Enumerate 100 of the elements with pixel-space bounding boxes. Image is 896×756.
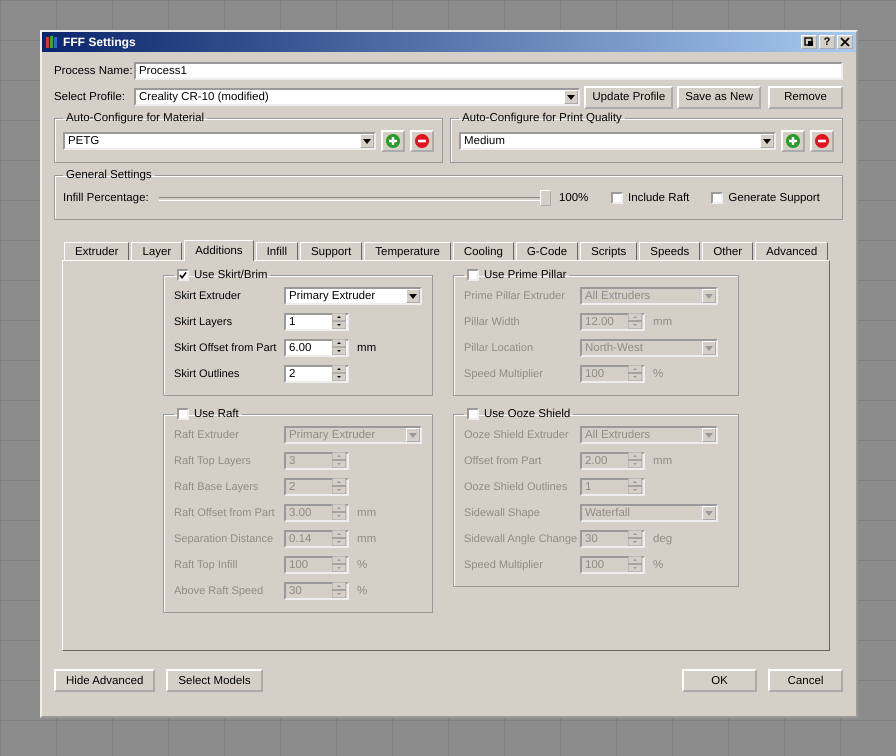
auto-configure-dropdown[interactable]: PETG (63, 132, 376, 150)
tab[interactable]: Layer (131, 242, 182, 260)
checkbox[interactable]: Use Skirt/Brim (177, 269, 268, 281)
tab[interactable]: Scripts (580, 242, 638, 260)
tab[interactable]: Extruder (64, 242, 130, 260)
tab[interactable]: Support (300, 242, 362, 260)
tab[interactable]: Advanced (755, 242, 828, 260)
spin-arrows-icon (332, 364, 346, 380)
profile-dropdown[interactable]: Creality CR-10 (modified) (134, 88, 580, 106)
unit-label: % (357, 585, 368, 597)
unit-label: mm (357, 507, 376, 519)
remove-button[interactable] (410, 130, 434, 152)
slider-thumb[interactable] (540, 190, 551, 206)
checkbox-box[interactable] (467, 408, 479, 420)
spin-arrows-icon (332, 530, 346, 546)
checkbox-box[interactable] (711, 192, 724, 204)
add-button[interactable] (381, 130, 405, 152)
app-icon (45, 35, 59, 49)
tab[interactable]: Additions (184, 240, 254, 261)
spin-arrows-icon (628, 452, 642, 468)
tab[interactable]: Temperature (364, 242, 451, 260)
checkbox-box[interactable] (611, 192, 623, 204)
tab[interactable]: Other (702, 242, 754, 260)
spin-arrows-icon (332, 556, 346, 572)
field-label: Offset from Part (464, 455, 542, 467)
field-label: Separation Distance (174, 533, 274, 545)
spin-box[interactable]: 6.00 (284, 339, 349, 357)
footer-button[interactable]: Hide Advanced (54, 669, 156, 692)
field-label: Raft Extruder (174, 429, 240, 441)
checkbox[interactable]: Use Raft (177, 408, 239, 420)
profile-button[interactable]: Save as New (677, 86, 761, 108)
spin-arrows-icon (628, 312, 642, 328)
process-name-field[interactable]: Process1 (134, 62, 843, 80)
tab[interactable]: G-Code (516, 242, 578, 260)
auto-configure-dropdown[interactable]: Medium (459, 132, 776, 150)
field-label: Raft Offset from Part (174, 507, 276, 519)
field-label: Speed Multiplier (464, 368, 544, 380)
caret-icon (567, 94, 576, 100)
infill-slider[interactable] (159, 189, 551, 207)
group-title: General Settings (65, 169, 153, 181)
window-title: FFF Settings (63, 35, 137, 49)
field-label: Ooze Shield Extruder (464, 429, 570, 441)
caret-icon (409, 432, 417, 438)
unit-label: mm (357, 342, 376, 354)
tab[interactable]: Infill (256, 242, 298, 260)
caret-icon (363, 138, 371, 144)
spin-arrows-icon (332, 504, 346, 520)
group-title: Auto-Configure for Print Quality (461, 112, 623, 124)
tab[interactable]: Cooling (452, 242, 514, 260)
dropdown[interactable]: Primary Extruder (284, 287, 422, 305)
spin-arrows-icon (628, 556, 642, 572)
spin-box[interactable]: 2 (284, 365, 349, 383)
field-label: Raft Base Layers (174, 481, 260, 493)
field-label: Prime Pillar Extruder (464, 290, 566, 302)
field-label: Above Raft Speed (174, 585, 264, 597)
tab[interactable]: Speeds (639, 242, 700, 260)
field-label: Ooze Shield Outlines (464, 481, 568, 493)
field-label: Pillar Width (464, 316, 521, 328)
caret-icon (763, 138, 771, 144)
caret-icon (705, 510, 713, 516)
remove-button[interactable] (810, 130, 834, 152)
unit-label: mm (357, 533, 376, 545)
checkbox[interactable]: Include Raft (611, 192, 690, 204)
profile-button[interactable]: Remove (768, 86, 843, 108)
checkbox-box[interactable] (177, 408, 189, 420)
dialog-button[interactable]: OK (682, 669, 757, 692)
field-label: Select Profile: (54, 91, 126, 103)
checkbox[interactable]: Use Prime Pillar (467, 269, 566, 281)
unit-label: mm (653, 455, 672, 467)
profile-button[interactable]: Update Profile (584, 86, 674, 108)
restore-icon (804, 37, 814, 47)
group-title: Auto-Configure for Material (65, 112, 206, 124)
unit-label: mm (653, 316, 672, 328)
spin-arrows-icon (628, 364, 642, 380)
restore-button[interactable] (801, 35, 817, 49)
close-button[interactable] (837, 35, 853, 49)
spin-box[interactable]: 1 (284, 313, 349, 331)
help-button[interactable]: ? (819, 35, 835, 49)
spin-arrows-icon (332, 582, 346, 598)
field-label: Skirt Offset from Part (174, 342, 278, 354)
field-label: Raft Top Infill (174, 559, 238, 571)
checkbox[interactable]: Use Ooze Shield (467, 408, 570, 420)
field-label: Infill Percentage: (63, 192, 150, 204)
dialog-button[interactable]: Cancel (768, 669, 843, 692)
field-label: Skirt Extruder (174, 290, 242, 302)
field-label: Sidewall Shape (464, 507, 541, 519)
field-label: Pillar Location (464, 342, 534, 354)
unit-label: % (653, 559, 664, 571)
unit-label: % (357, 559, 368, 571)
plus-icon (386, 134, 400, 148)
field-label: Raft Top Layers (174, 455, 252, 467)
minus-icon (815, 134, 829, 148)
checkbox-box[interactable] (177, 269, 189, 281)
checkbox-box[interactable] (467, 269, 479, 281)
checkbox[interactable]: Generate Support (711, 192, 820, 204)
footer-button[interactable]: Select Models (166, 669, 263, 692)
field-label: Skirt Layers (174, 316, 234, 328)
field-label: Speed Multiplier (464, 559, 544, 571)
field-label: Sidewall Angle Change (464, 533, 578, 545)
add-button[interactable] (781, 130, 805, 152)
